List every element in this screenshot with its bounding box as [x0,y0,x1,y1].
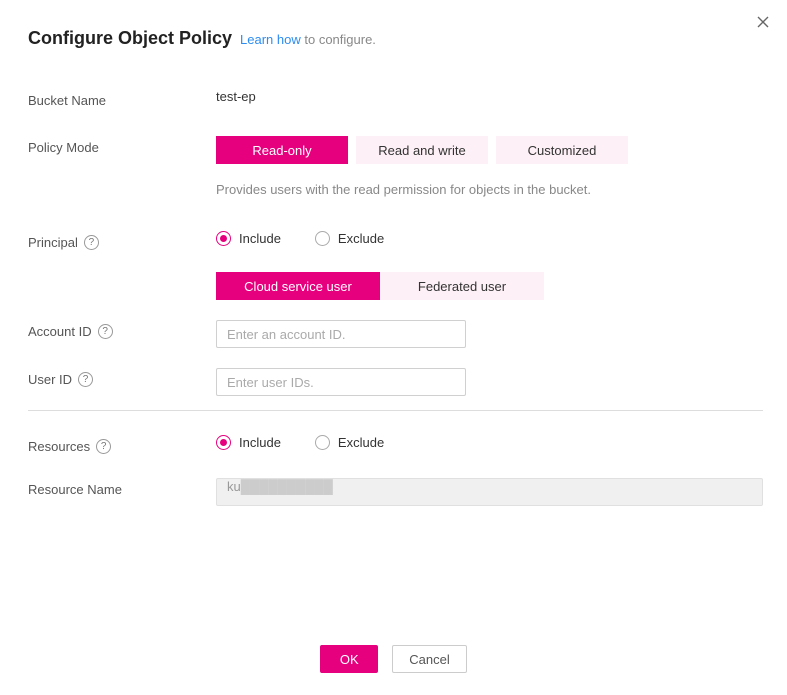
ok-button[interactable]: OK [320,645,378,673]
dialog-title: Configure Object Policy [28,28,232,49]
dialog-header: Configure Object Policy Learn how to con… [28,28,763,49]
radio-icon [216,231,231,246]
resources-label: Resources [28,439,90,454]
learn-how-link[interactable]: Learn how to configure. [240,32,376,47]
resource-name-label: Resource Name [28,478,216,497]
help-icon[interactable]: ? [98,324,113,339]
resource-name-redacted: ██████████ [241,479,333,494]
learn-how-text: Learn how [240,32,301,47]
help-icon[interactable]: ? [84,235,99,250]
policy-mode-label: Policy Mode [28,136,216,155]
user-id-label: User ID [28,372,72,387]
resource-name-input[interactable]: ku██████████ [216,478,763,506]
user-type-cloud[interactable]: Cloud service user [216,272,380,300]
account-id-label: Account ID [28,324,92,339]
cancel-button[interactable]: Cancel [392,645,466,673]
radio-label: Include [239,435,281,450]
principal-label: Principal [28,235,78,250]
policy-mode-read-write[interactable]: Read and write [356,136,488,164]
section-divider [28,410,763,411]
policy-mode-read-only[interactable]: Read-only [216,136,348,164]
radio-icon [315,435,330,450]
policy-mode-segmented: Read-only Read and write Customized [216,136,628,164]
dialog-footer: OK Cancel [0,645,787,673]
policy-mode-customized[interactable]: Customized [496,136,628,164]
user-type-federated[interactable]: Federated user [380,272,544,300]
bucket-name-value: test-ep [216,89,763,104]
policy-mode-hint: Provides users with the read permission … [216,182,763,197]
user-id-input[interactable] [216,368,466,396]
principal-include-radio[interactable]: Include [216,231,281,246]
resources-exclude-radio[interactable]: Exclude [315,435,384,450]
bucket-name-label: Bucket Name [28,89,216,108]
learn-how-tail: to configure. [301,32,376,47]
user-type-segmented: Cloud service user Federated user [216,272,544,300]
account-id-input[interactable] [216,320,466,348]
radio-label: Include [239,231,281,246]
help-icon[interactable]: ? [96,439,111,454]
radio-label: Exclude [338,231,384,246]
resource-name-value: ku [227,479,241,494]
principal-exclude-radio[interactable]: Exclude [315,231,384,246]
close-icon[interactable] [755,14,771,30]
radio-icon [315,231,330,246]
help-icon[interactable]: ? [78,372,93,387]
radio-icon [216,435,231,450]
resources-include-radio[interactable]: Include [216,435,281,450]
radio-label: Exclude [338,435,384,450]
